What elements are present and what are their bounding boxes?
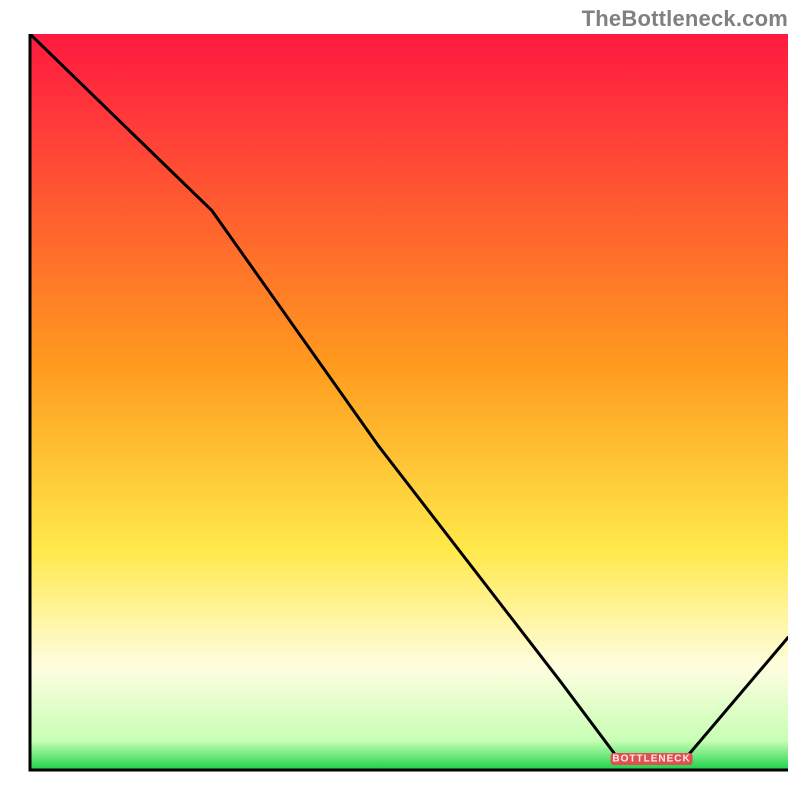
- chart-canvas: TheBottleneck.com BOTTLENECK: [0, 0, 800, 800]
- bottleneck-marker: BOTTLENECK: [611, 753, 693, 765]
- chart-svg: BOTTLENECK: [0, 0, 800, 800]
- bottleneck-marker-label: BOTTLENECK: [612, 754, 690, 765]
